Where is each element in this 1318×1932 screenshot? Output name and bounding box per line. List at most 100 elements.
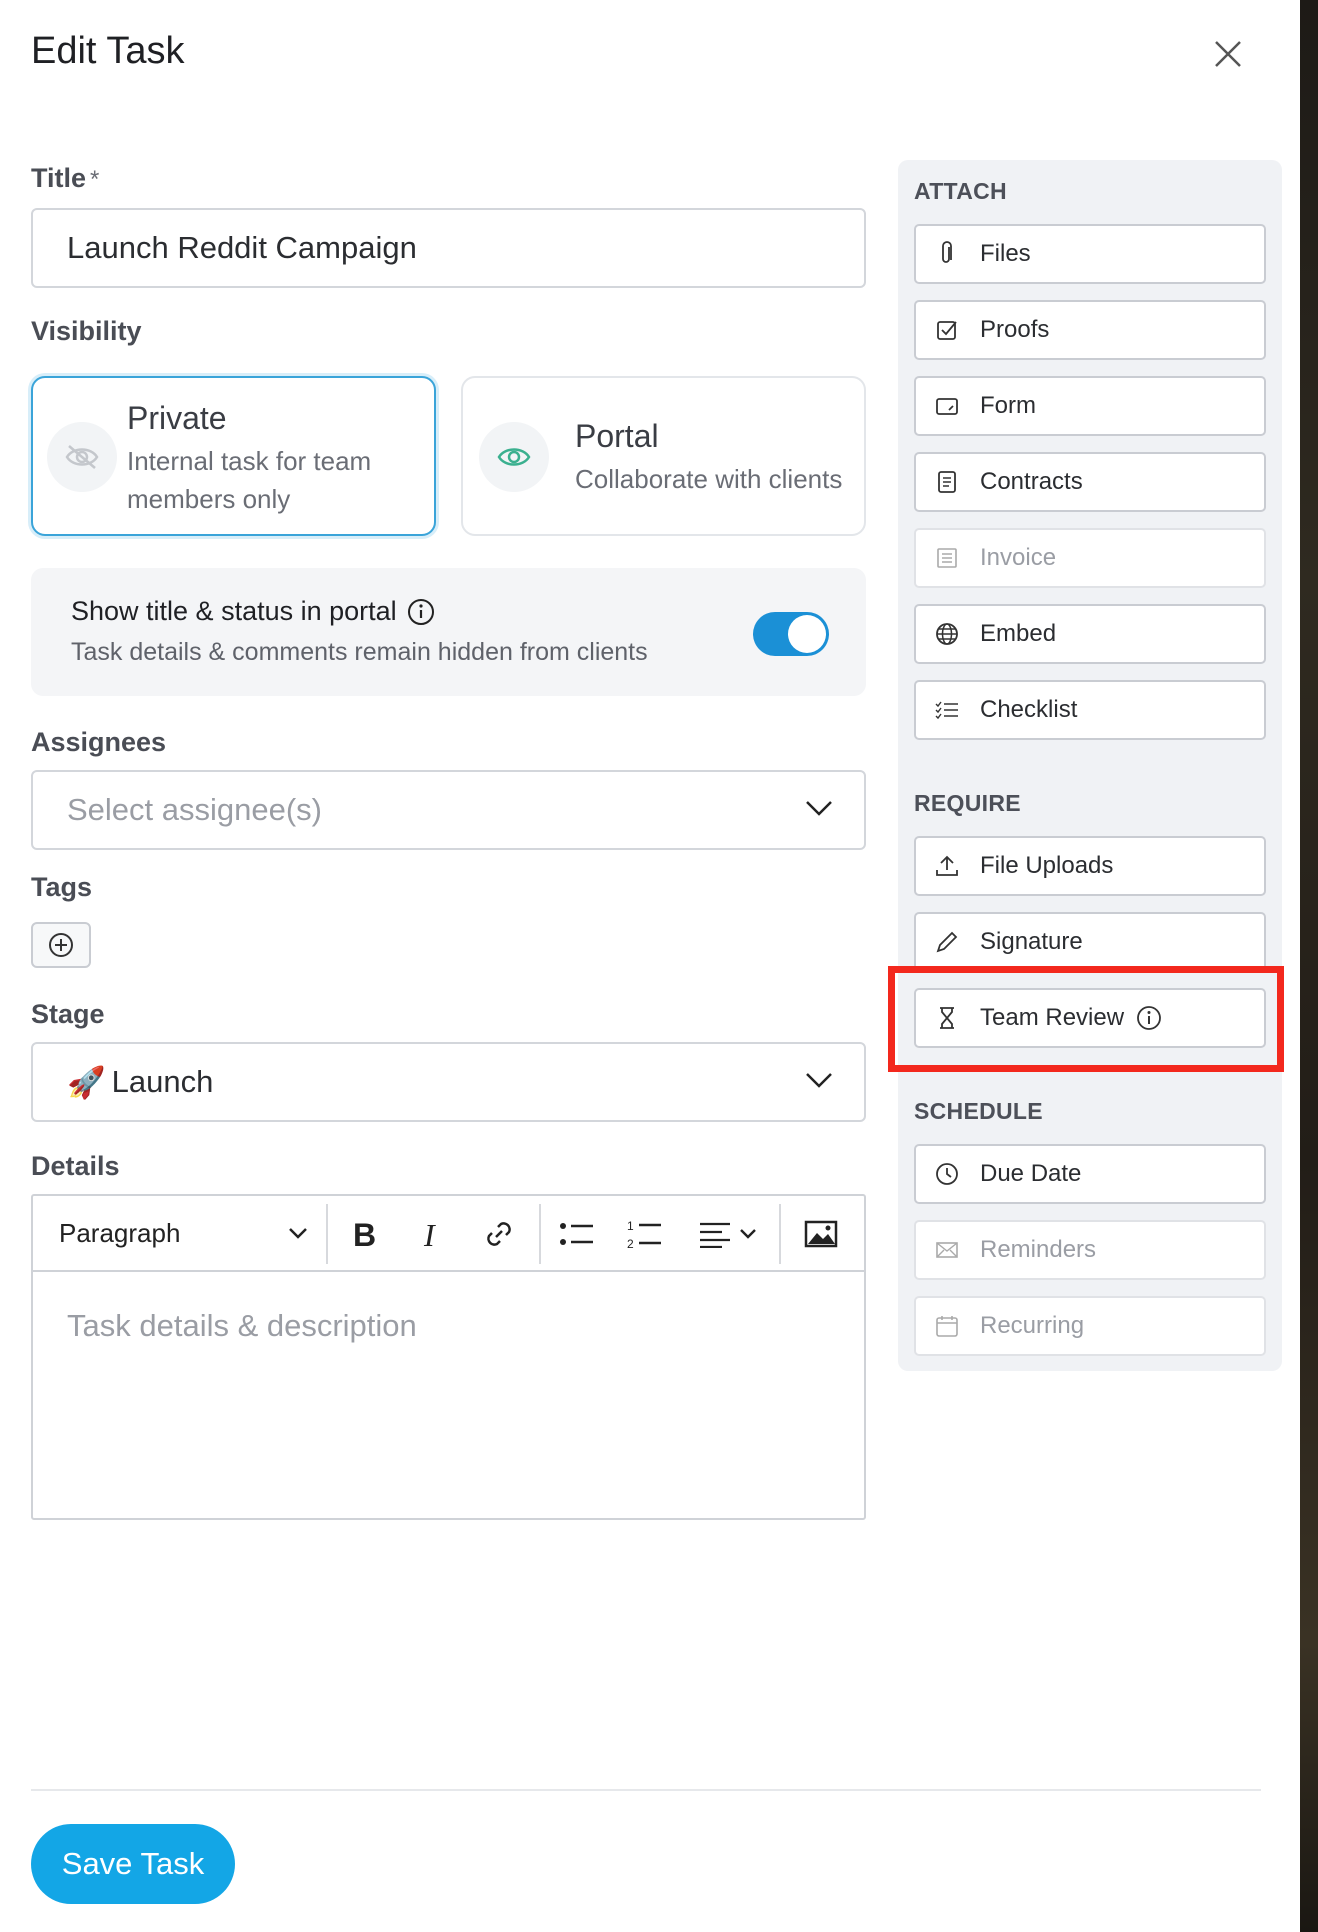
attach-proofs-button[interactable]: Proofs <box>914 300 1266 360</box>
assignees-select[interactable]: Select assignee(s) <box>31 770 866 850</box>
attach-invoice-button[interactable]: Invoice <box>914 528 1266 588</box>
schedule-recurring-button[interactable]: Recurring <box>914 1296 1266 1356</box>
attach-files-button[interactable]: Files <box>914 224 1266 284</box>
align-dropdown-button[interactable] <box>693 1212 763 1256</box>
toolbar-divider <box>326 1204 328 1264</box>
svg-text:1: 1 <box>627 1219 634 1233</box>
attach-contracts-label: Contracts <box>980 468 1083 495</box>
bold-icon: B <box>353 1219 376 1249</box>
schedule-due-date-button[interactable]: Due Date <box>914 1144 1266 1204</box>
require-file-uploads-button[interactable]: File Uploads <box>914 836 1266 896</box>
bullet-list-icon <box>560 1223 593 1245</box>
chevron-down-icon <box>740 1229 756 1239</box>
require-file-uploads-label: File Uploads <box>980 852 1114 879</box>
attach-files-label: Files <box>980 240 1031 267</box>
save-task-button[interactable]: Save Task <box>31 1824 235 1904</box>
bold-button[interactable]: B <box>343 1212 387 1256</box>
svg-text:B: B <box>353 1219 376 1249</box>
calendar-icon <box>934 1313 960 1339</box>
title-label-text: Title <box>31 163 87 193</box>
attach-form-button[interactable]: Form <box>914 376 1266 436</box>
add-tag-button[interactable] <box>31 922 91 968</box>
schedule-recurring-label: Recurring <box>980 1312 1085 1339</box>
schedule-reminders-label: Reminders <box>980 1236 1097 1263</box>
align-left-icon <box>700 1222 730 1248</box>
portal-subtitle: Collaborate with clients <box>575 464 843 494</box>
checklist-icon <box>934 697 960 723</box>
hourglass-icon <box>934 1005 960 1031</box>
numbered-list-button[interactable]: 1 2 <box>623 1212 667 1256</box>
private-subtitle-line1: Internal task for team <box>127 446 372 476</box>
info-icon[interactable] <box>1136 1005 1162 1031</box>
require-signature-label: Signature <box>980 928 1083 955</box>
modal-title: Edit Task <box>31 30 185 72</box>
insert-image-button[interactable] <box>799 1212 843 1256</box>
schedule-heading: SCHEDULE <box>914 1098 1043 1124</box>
background-strip <box>1300 0 1318 1932</box>
envelope-icon <box>934 1237 960 1263</box>
close-button[interactable] <box>1208 34 1248 74</box>
editor-placeholder[interactable]: Task details & description <box>67 1308 417 1344</box>
svg-text:2: 2 <box>627 1237 634 1250</box>
clock-icon <box>934 1161 960 1187</box>
block-format-select[interactable]: Paragraph <box>59 1218 309 1249</box>
visibility-private-card[interactable]: Private Internal task for team members o… <box>31 376 436 536</box>
attach-invoice-label: Invoice <box>980 544 1057 571</box>
title-input[interactable]: Launch Reddit Campaign <box>31 208 866 288</box>
attach-checklist-button[interactable]: Checklist <box>914 680 1266 740</box>
edit-task-modal: Edit Task Title * Launch Reddit Campaign … <box>0 0 1300 1932</box>
link-button[interactable] <box>477 1212 521 1256</box>
task-options-sidebar: ATTACH Files Proofs Form Contracts Invoi… <box>898 160 1282 1371</box>
eye-icon <box>479 422 549 492</box>
chevron-down-icon <box>806 801 832 816</box>
toggle-knob <box>788 615 826 653</box>
attach-contracts-button[interactable]: Contracts <box>914 452 1266 512</box>
stage-label: Stage <box>31 999 105 1029</box>
attach-checklist-label: Checklist <box>980 696 1078 723</box>
plus-circle-icon <box>49 933 73 957</box>
require-signature-button[interactable]: Signature <box>914 912 1266 972</box>
details-editor: Paragraph B I 1 2 Task details & descrip… <box>31 1194 866 1520</box>
footer-divider <box>31 1789 1261 1791</box>
stage-value: Launch <box>111 1064 214 1099</box>
pen-icon <box>934 929 960 955</box>
paperclip-icon <box>934 241 960 267</box>
chevron-down-icon <box>806 1073 832 1088</box>
toolbar-divider <box>779 1204 781 1264</box>
proof-check-icon <box>934 317 960 343</box>
info-icon[interactable] <box>407 598 435 626</box>
attach-heading: ATTACH <box>914 178 1007 204</box>
title-input-value: Launch Reddit Campaign <box>67 230 417 265</box>
schedule-due-date-label: Due Date <box>980 1160 1082 1187</box>
editor-toolbar: Paragraph B I 1 2 <box>33 1196 864 1272</box>
upload-icon <box>934 853 960 879</box>
link-icon <box>487 1222 511 1246</box>
numbered-list-icon: 1 2 <box>627 1219 661 1250</box>
title-label: Title * <box>31 163 99 194</box>
private-subtitle-line2: members only <box>127 484 291 514</box>
portal-title: Portal <box>575 418 659 454</box>
toolbar-divider <box>539 1204 541 1264</box>
portal-toggle-switch[interactable] <box>753 612 829 656</box>
require-team-review-button[interactable]: Team Review <box>914 988 1266 1048</box>
svg-text:I: I <box>423 1219 436 1249</box>
attach-proofs-label: Proofs <box>980 316 1050 343</box>
eye-off-icon <box>47 422 117 492</box>
required-star: * <box>90 166 100 193</box>
bullet-list-button[interactable] <box>555 1212 599 1256</box>
portal-toggle-subtitle: Task details & comments remain hidden fr… <box>71 638 648 666</box>
portal-toggle-title: Show title & status in portal <box>71 596 435 627</box>
italic-button[interactable]: I <box>411 1212 455 1256</box>
attach-form-label: Form <box>980 392 1036 419</box>
italic-icon: I <box>423 1219 436 1249</box>
schedule-reminders-button[interactable]: Reminders <box>914 1220 1266 1280</box>
rocket-icon: 🚀 <box>67 1064 106 1100</box>
chevron-down-icon <box>289 1228 307 1239</box>
require-team-review-label: Team Review <box>980 1004 1125 1031</box>
visibility-portal-card[interactable]: Portal Collaborate with clients <box>461 376 866 536</box>
attach-embed-button[interactable]: Embed <box>914 604 1266 664</box>
image-icon <box>804 1220 838 1248</box>
stage-select[interactable]: 🚀 Launch <box>31 1042 866 1122</box>
document-icon <box>934 469 960 495</box>
invoice-icon <box>934 545 960 571</box>
